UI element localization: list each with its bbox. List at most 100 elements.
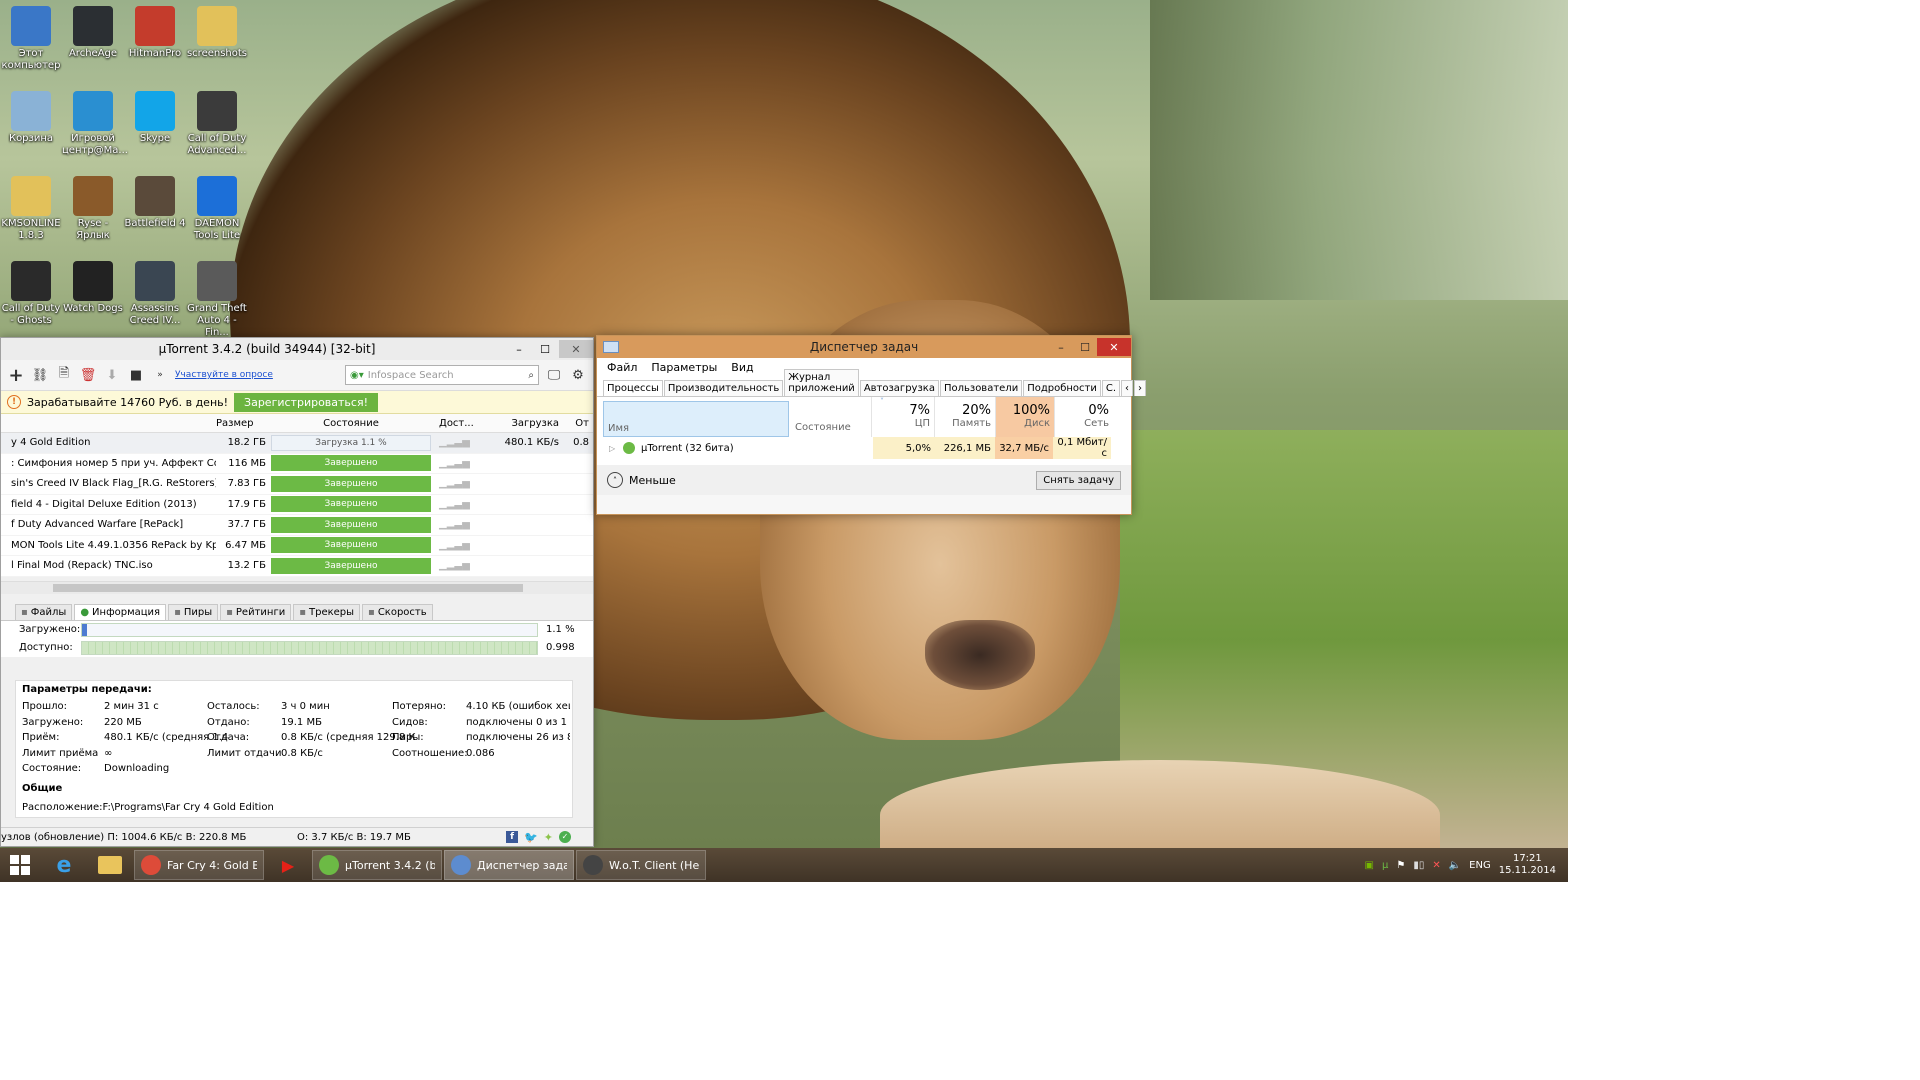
col-network[interactable]: 0% Сеть xyxy=(1055,397,1113,437)
utorrent-tray-icon[interactable]: µ xyxy=(1382,860,1388,871)
nvidia-icon[interactable]: ▣ xyxy=(1365,860,1374,871)
facebook-icon[interactable]: f xyxy=(506,830,519,843)
tab-trackers[interactable]: ▪ Трекеры xyxy=(293,603,361,620)
android-icon[interactable]: ✦ xyxy=(544,831,553,844)
scrollbar-thumb[interactable] xyxy=(53,583,523,592)
desktop-shortcut[interactable]: HitmanPro xyxy=(124,6,186,60)
desktop-shortcut[interactable]: Watch Dogs xyxy=(62,261,124,315)
horizontal-scrollbar[interactable] xyxy=(1,580,593,594)
language-indicator[interactable]: ENG xyxy=(1469,860,1491,871)
col-state[interactable]: Состояние xyxy=(789,397,872,437)
taskbar-button[interactable]: µTorrent 3.4.2 (b... xyxy=(312,850,442,880)
torrent-row[interactable]: l Final Mod (Repack) TNC.iso 13.2 ГБ Завер… xyxy=(1,556,593,577)
flag-icon[interactable]: ⚑ xyxy=(1396,860,1405,871)
tab-ratings[interactable]: ▪ Рейтинги xyxy=(220,603,292,620)
tab-speed[interactable]: ▪ Скорость xyxy=(362,603,433,620)
desktop-shortcut[interactable]: Игровой центр@Ma... xyxy=(62,91,128,157)
col-cpu[interactable]: ˅ 7% ЦП xyxy=(872,397,935,437)
delete-icon[interactable]: 🗑 xyxy=(79,366,97,384)
tab-scroll-right-icon[interactable]: › xyxy=(1134,380,1147,396)
desktop-shortcut[interactable]: KMSONLINE 1.8.3 xyxy=(0,176,62,242)
settings-icon[interactable]: ⚙ xyxy=(569,366,587,384)
torrent-row[interactable]: MON Tools Lite 4.49.1.0356 RePack by Kpo… xyxy=(1,535,593,556)
torrent-row[interactable]: sin's Creed IV Black Flag_[R.G. ReStorer… xyxy=(1,474,593,495)
minimize-icon[interactable]: – xyxy=(507,340,531,358)
desktop-shortcut[interactable]: Этот компьютер xyxy=(0,6,62,72)
tm-tab[interactable]: Пользователи xyxy=(939,380,1023,396)
tm-tab[interactable]: Процессы xyxy=(603,380,663,396)
torrent-row[interactable]: field 4 - Digital Deluxe Edition (2013) 1… xyxy=(1,494,593,515)
download-icon[interactable]: ⬇ xyxy=(103,366,121,384)
network-icon[interactable]: ▮▯ xyxy=(1413,860,1424,871)
col-size[interactable]: Размер xyxy=(216,418,271,429)
tm-tab[interactable]: Подробности xyxy=(1023,380,1101,396)
expand-icon[interactable]: ▷ xyxy=(609,444,623,453)
tab-peers[interactable]: ▪ Пиры xyxy=(168,603,219,620)
taskbar-button[interactable]: Диспетчер задач xyxy=(444,850,574,880)
desktop-shortcut[interactable]: screenshots xyxy=(186,6,248,60)
task-manager-titlebar[interactable]: Диспетчер задач – ☐ ✕ xyxy=(597,336,1131,358)
desktop-shortcut[interactable]: ArcheAge xyxy=(62,6,124,60)
desktop-shortcut[interactable]: Battlefield 4 xyxy=(124,176,186,230)
col-download[interactable]: Загрузка xyxy=(484,418,559,429)
action-center-icon[interactable]: ✕ xyxy=(1432,860,1440,871)
desktop-shortcut[interactable]: Ryse - Ярлык xyxy=(62,176,124,242)
twitter-icon[interactable]: 🐦 xyxy=(524,831,538,844)
col-name[interactable]: Имя xyxy=(603,401,789,437)
col-avail[interactable]: Дост... xyxy=(431,418,484,429)
tm-tab[interactable]: С. xyxy=(1101,380,1121,396)
utorrent-titlebar[interactable]: µTorrent 3.4.2 (build 34944) [32-bit] – … xyxy=(1,338,593,360)
col-other[interactable]: От xyxy=(559,418,589,429)
stop-icon[interactable]: ■ xyxy=(127,366,145,384)
menu-item[interactable]: Файл xyxy=(607,361,637,374)
tab-scroll-left-icon[interactable]: ‹ xyxy=(1121,380,1134,396)
taskbar-button[interactable]: W.o.T. Client (Не ... xyxy=(576,850,706,880)
add-link-icon[interactable]: ⛓ xyxy=(31,366,49,384)
close-icon[interactable]: ✕ xyxy=(559,340,593,358)
tm-tab[interactable]: Журнал приложений xyxy=(784,369,859,396)
menu-item[interactable]: Вид xyxy=(731,361,753,374)
collapse-icon[interactable]: ˄ xyxy=(607,472,623,488)
survey-link[interactable]: Участвуйте в опросе xyxy=(175,370,273,380)
end-task-button[interactable]: Снять задачу xyxy=(1036,470,1121,490)
remote-icon[interactable]: 🖵 xyxy=(545,366,563,384)
torrent-row[interactable]: y 4 Gold Edition 18.2 ГБ Загрузка 1.1 % ▁▂▃… xyxy=(1,433,593,454)
search-input[interactable]: Infospace Search xyxy=(368,370,529,381)
tm-tab[interactable]: Производительность xyxy=(663,380,784,396)
add-torrent-icon[interactable]: + xyxy=(7,365,25,386)
more-icon[interactable]: » xyxy=(151,366,169,384)
minimize-icon[interactable]: – xyxy=(1049,338,1073,356)
search-engine-icon[interactable]: ◉▾ xyxy=(346,370,368,381)
process-row[interactable]: ▷ µTorrent (32 бита) 5,0% 226,1 МБ 32,7 … xyxy=(597,437,1131,459)
search-icon[interactable]: ⌕ xyxy=(528,370,538,381)
desktop-shortcut[interactable]: Call of Duty - Ghosts xyxy=(0,261,62,327)
col-disk[interactable]: 100% Диск xyxy=(996,397,1055,437)
torrent-row[interactable]: : Симфония номер 5 при уч. Аффект Соло 11… xyxy=(1,453,593,474)
close-icon[interactable]: ✕ xyxy=(1097,338,1131,356)
desktop-shortcut[interactable]: Корзина xyxy=(0,91,62,145)
clock[interactable]: 17:21 15.11.2014 xyxy=(1499,853,1556,877)
file-explorer-icon[interactable] xyxy=(88,850,132,880)
desktop-shortcut[interactable]: DAEMON Tools Lite xyxy=(186,176,248,242)
col-memory[interactable]: 20% Память xyxy=(935,397,996,437)
desktop-shortcut[interactable]: Skype xyxy=(124,91,186,145)
speaker-icon[interactable]: 🔈 xyxy=(1449,860,1461,871)
torrent-row[interactable]: f Duty Advanced Warfare [RePack] 37.7 ГБ З… xyxy=(1,515,593,536)
taskbar-button[interactable]: Far Cry 4: Gold Ed... xyxy=(134,850,264,880)
youtube-icon[interactable]: ▶ xyxy=(266,850,310,880)
less-details-link[interactable]: Меньше xyxy=(629,474,676,487)
menu-item[interactable]: Параметры xyxy=(651,361,717,374)
tm-tab[interactable]: Автозагрузка xyxy=(859,380,939,396)
register-button[interactable]: Зарегистрироваться! xyxy=(234,392,378,412)
search-box[interactable]: ◉▾ Infospace Search ⌕ xyxy=(345,365,539,385)
internet-explorer-icon[interactable]: e xyxy=(42,850,86,880)
desktop-shortcut[interactable]: Call of Duty Advanced... xyxy=(186,91,248,157)
maximize-icon[interactable]: ☐ xyxy=(1073,338,1097,356)
create-torrent-icon[interactable]: 🗎 xyxy=(55,366,73,384)
maximize-icon[interactable]: ☐ xyxy=(533,340,557,358)
desktop-shortcut[interactable]: Grand Theft Auto 4 - Fin... xyxy=(186,261,248,339)
tab-folder[interactable]: ▪ Файлы xyxy=(15,603,73,620)
col-status[interactable]: Состояние xyxy=(271,418,431,429)
tab-info[interactable]: ● Информация xyxy=(74,603,167,620)
desktop-shortcut[interactable]: Assassins Creed IV... xyxy=(124,261,186,327)
